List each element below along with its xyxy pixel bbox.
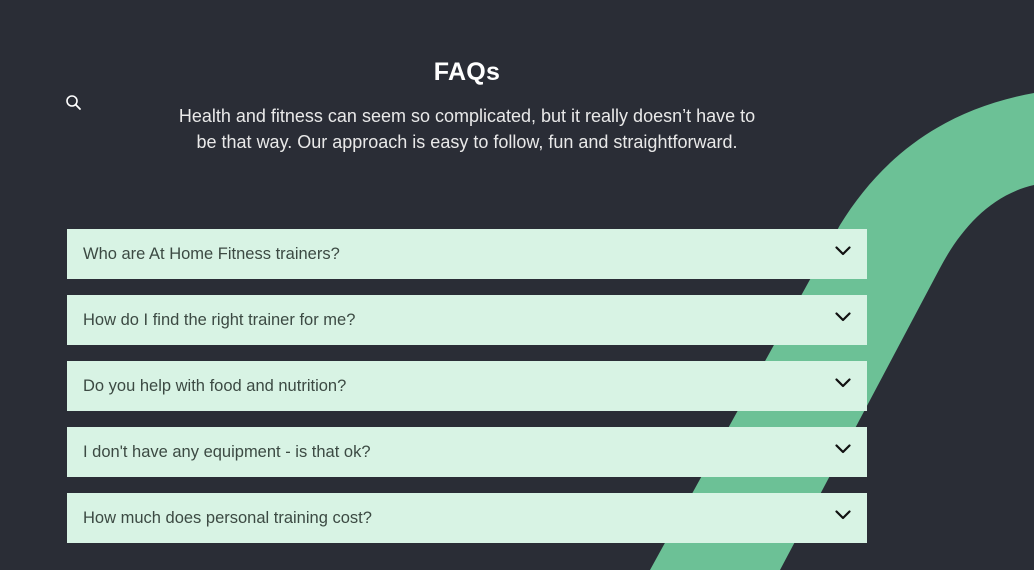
- faq-item-equipment[interactable]: I don't have any equipment - is that ok?: [67, 427, 867, 477]
- chevron-down-icon[interactable]: [835, 444, 851, 454]
- faq-question: How do I find the right trainer for me?: [83, 310, 356, 329]
- faq-item-trainers[interactable]: Who are At Home Fitness trainers?: [67, 229, 867, 279]
- faq-question: Who are At Home Fitness trainers?: [83, 244, 340, 263]
- faq-header: FAQs Health and fitness can seem so comp…: [0, 58, 934, 155]
- page-subtitle: Health and fitness can seem so complicat…: [178, 106, 756, 152]
- chevron-down-icon[interactable]: [835, 510, 851, 520]
- page-title: FAQs: [433, 58, 501, 86]
- chevron-down-icon[interactable]: [835, 246, 851, 256]
- faq-question: How much does personal training cost?: [83, 508, 372, 527]
- faq-item-cost[interactable]: How much does personal training cost?: [67, 493, 867, 543]
- chevron-down-icon[interactable]: [835, 378, 851, 388]
- faq-question: I don't have any equipment - is that ok?: [83, 442, 371, 461]
- chevron-down-icon[interactable]: [835, 312, 851, 322]
- faq-question: Do you help with food and nutrition?: [83, 376, 347, 395]
- faq-item-nutrition[interactable]: Do you help with food and nutrition?: [67, 361, 867, 411]
- faq-list: Who are At Home Fitness trainers? How do…: [67, 229, 867, 559]
- faq-item-find-trainer[interactable]: How do I find the right trainer for me?: [67, 295, 867, 345]
